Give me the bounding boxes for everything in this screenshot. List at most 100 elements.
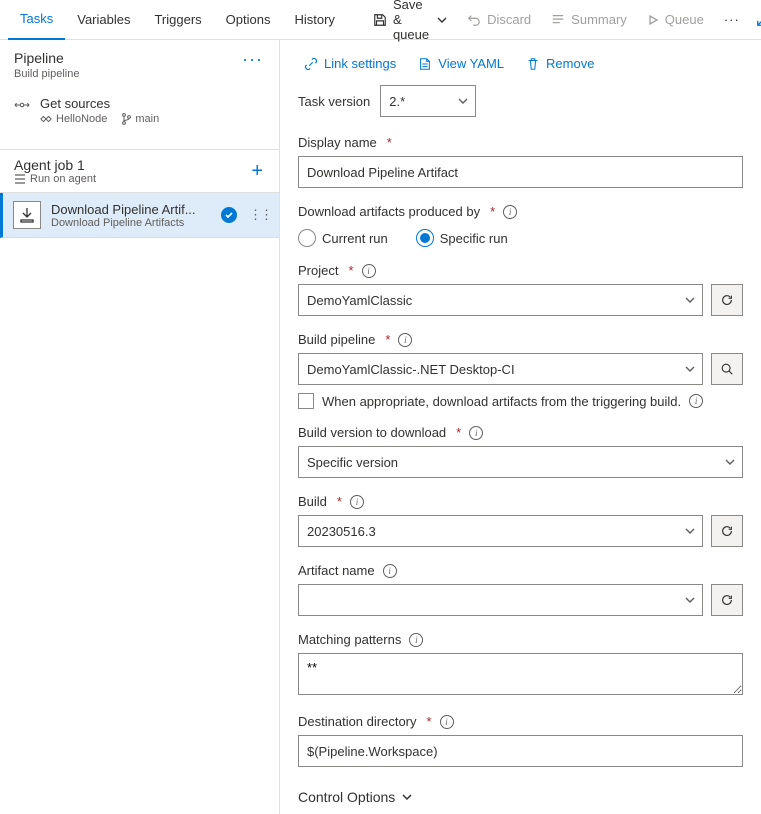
build-version-select[interactable]: Specific version xyxy=(298,446,743,478)
task-title: Download Pipeline Artif... xyxy=(51,202,211,217)
triggering-build-label: When appropriate, download artifacts fro… xyxy=(322,394,681,409)
info-icon[interactable]: i xyxy=(503,205,517,219)
refresh-build-button[interactable] xyxy=(711,515,743,547)
project-value: DemoYamlClassic xyxy=(307,293,684,308)
info-icon[interactable]: i xyxy=(440,715,454,729)
chevron-down-icon xyxy=(684,525,696,537)
chevron-down-icon xyxy=(437,15,447,25)
tab-options[interactable]: Options xyxy=(214,0,283,40)
summary-button[interactable]: Summary xyxy=(541,4,637,36)
search-icon xyxy=(720,362,734,376)
task-details-panel: Link settings View YAML Remove Task vers… xyxy=(280,40,761,814)
info-icon[interactable]: i xyxy=(409,633,423,647)
save-and-queue-button[interactable]: Save & queue xyxy=(363,4,457,36)
summary-icon xyxy=(551,13,565,27)
tabs: Tasks Variables Triggers Options History xyxy=(8,0,347,40)
yaml-icon xyxy=(418,57,432,71)
get-sources-row[interactable]: Get sources HelloNode main xyxy=(0,88,279,135)
radio-icon xyxy=(416,229,434,247)
refresh-icon xyxy=(720,593,734,607)
chevron-down-icon xyxy=(401,791,413,803)
browse-pipeline-button[interactable] xyxy=(711,353,743,385)
build-pipeline-label: Build pipeline xyxy=(298,332,375,347)
top-toolbar: Tasks Variables Triggers Options History… xyxy=(0,0,761,40)
project-label: Project xyxy=(298,263,338,278)
build-value: 20230516.3 xyxy=(307,524,684,539)
tab-variables[interactable]: Variables xyxy=(65,0,142,40)
agent-job-subtitle: Run on agent xyxy=(30,173,96,185)
radio-icon xyxy=(298,229,316,247)
link-icon xyxy=(304,57,318,71)
pipeline-more-button[interactable]: ··· xyxy=(238,50,267,68)
pipeline-header[interactable]: Pipeline Build pipeline ··· xyxy=(0,40,279,88)
chevron-down-icon xyxy=(684,294,696,306)
task-linkbar: Link settings View YAML Remove xyxy=(298,50,743,85)
control-options-label: Control Options xyxy=(298,789,395,805)
get-sources-title: Get sources xyxy=(40,96,159,111)
agent-job-icon xyxy=(14,174,26,184)
refresh-project-button[interactable] xyxy=(711,284,743,316)
expand-icon xyxy=(756,13,761,27)
project-select[interactable]: DemoYamlClassic xyxy=(298,284,703,316)
pipeline-title: Pipeline xyxy=(14,50,238,68)
drag-handle-icon[interactable]: ⋮⋮ xyxy=(247,207,273,223)
left-panel: Pipeline Build pipeline ··· Get sources … xyxy=(0,40,280,814)
task-version-label: Task version xyxy=(298,94,370,109)
repo-icon xyxy=(40,114,52,124)
link-settings-button[interactable]: Link settings xyxy=(304,56,396,71)
build-pipeline-select[interactable]: DemoYamlClassic-.NET Desktop-CI xyxy=(298,353,703,385)
info-icon[interactable]: i xyxy=(350,495,364,509)
branch-icon xyxy=(121,113,131,125)
triggering-build-checkbox[interactable] xyxy=(298,393,314,409)
build-version-label: Build version to download xyxy=(298,425,446,440)
more-actions-button[interactable]: ··· xyxy=(714,4,750,36)
refresh-icon xyxy=(720,524,734,538)
radio-current-label: Current run xyxy=(322,231,388,246)
chevron-down-icon xyxy=(724,456,736,468)
remove-button[interactable]: Remove xyxy=(526,56,594,71)
view-yaml-button[interactable]: View YAML xyxy=(418,56,504,71)
info-icon[interactable]: i xyxy=(383,564,397,578)
radio-specific-run[interactable]: Specific run xyxy=(416,229,508,247)
tab-history[interactable]: History xyxy=(282,0,346,40)
display-name-input[interactable] xyxy=(298,156,743,188)
info-icon[interactable]: i xyxy=(689,394,703,408)
repo-chip: HelloNode xyxy=(40,113,107,125)
pipeline-subtitle: Build pipeline xyxy=(14,68,238,80)
info-icon[interactable]: i xyxy=(362,264,376,278)
undo-icon xyxy=(467,13,481,27)
display-name-label: Display name xyxy=(298,135,377,150)
artifact-name-label: Artifact name xyxy=(298,563,375,578)
build-select[interactable]: 20230516.3 xyxy=(298,515,703,547)
refresh-artifact-button[interactable] xyxy=(711,584,743,616)
remove-label: Remove xyxy=(546,56,594,71)
task-subtitle: Download Pipeline Artifacts xyxy=(51,217,211,229)
task-download-pipeline-artifact[interactable]: Download Pipeline Artif... Download Pipe… xyxy=(0,193,279,238)
matching-patterns-input[interactable]: ** xyxy=(298,653,743,695)
chevron-down-icon xyxy=(684,363,696,375)
control-options-section[interactable]: Control Options xyxy=(298,783,743,811)
add-task-button[interactable]: + xyxy=(245,161,269,181)
build-version-value: Specific version xyxy=(307,455,724,470)
save-icon xyxy=(373,13,387,27)
get-sources-icon xyxy=(14,96,30,114)
destination-directory-input[interactable] xyxy=(298,735,743,767)
build-pipeline-value: DemoYamlClassic-.NET Desktop-CI xyxy=(307,362,684,377)
branch-chip: main xyxy=(121,113,159,125)
more-icon: ··· xyxy=(724,12,740,27)
artifact-name-select[interactable] xyxy=(298,584,703,616)
info-icon[interactable]: i xyxy=(469,426,483,440)
link-settings-label: Link settings xyxy=(324,56,396,71)
expand-button[interactable] xyxy=(750,13,761,27)
radio-current-run[interactable]: Current run xyxy=(298,229,388,247)
queue-button[interactable]: Queue xyxy=(637,4,714,36)
agent-job-row[interactable]: Agent job 1 Run on agent + xyxy=(0,149,279,193)
view-yaml-label: View YAML xyxy=(438,56,504,71)
info-icon[interactable]: i xyxy=(398,333,412,347)
task-status-ok-icon xyxy=(221,207,237,223)
discard-button[interactable]: Discard xyxy=(457,4,541,36)
destination-directory-label: Destination directory xyxy=(298,714,417,729)
task-version-select[interactable]: 2.* xyxy=(380,85,476,117)
tab-tasks[interactable]: Tasks xyxy=(8,0,65,40)
tab-triggers[interactable]: Triggers xyxy=(142,0,213,40)
